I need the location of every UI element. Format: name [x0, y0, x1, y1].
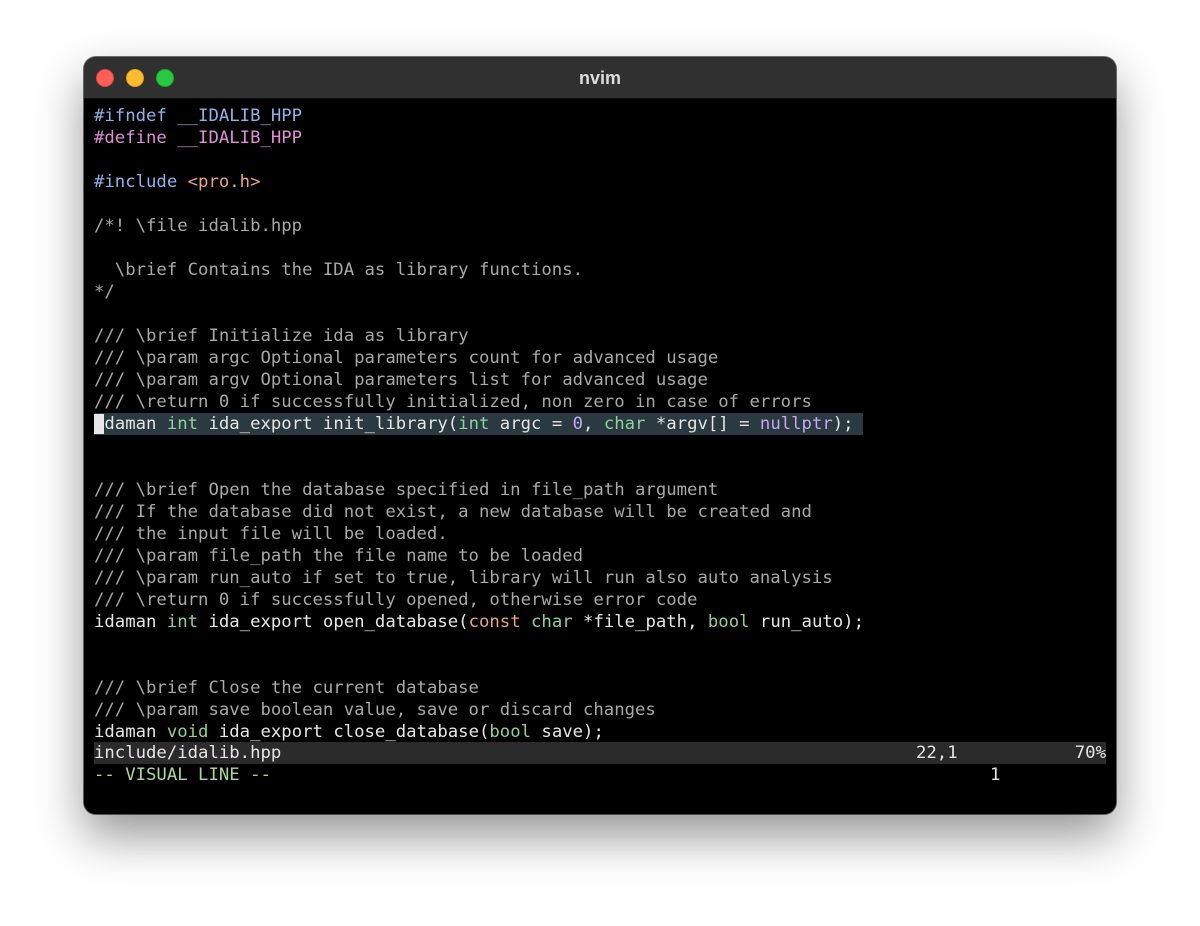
code-token: /// \return 0 if successfully opened, ot… — [94, 590, 698, 610]
code-token: 0 — [572, 414, 584, 434]
code-line[interactable]: idaman void ida_export close_database(bo… — [94, 721, 604, 743]
code-line[interactable]: #include <pro.h> — [94, 171, 260, 193]
code-line[interactable]: /// \param run_auto if set to true, libr… — [94, 567, 833, 589]
code-line[interactable]: /// If the database did not exist, a new… — [94, 501, 812, 523]
code-token: /// \brief Initialize ida as library — [94, 326, 469, 346]
code-token: /// \brief Open the database specified i… — [94, 480, 719, 500]
code-token: /// \param argc Optional parameters coun… — [94, 348, 719, 368]
code-token: #ifndef __IDALIB_HPP — [94, 106, 303, 126]
terminal-window: nvim #ifndef __IDALIB_HPP #define __IDALI… — [84, 57, 1116, 814]
code-line[interactable]: /// the input file will be loaded. — [94, 523, 448, 545]
code-line[interactable]: /// \param argv Optional parameters list… — [94, 369, 708, 391]
code-token: char — [603, 414, 646, 434]
code-token: /// \param argv Optional parameters list… — [94, 370, 708, 390]
code-line[interactable]: #define __IDALIB_HPP — [94, 127, 302, 149]
code-line[interactable]: /// \brief Open the database specified i… — [94, 479, 718, 501]
showcmd-count: 1 — [990, 765, 1001, 785]
code-token: ida_export init_library( — [198, 414, 459, 434]
code-token: <pro.h> — [187, 172, 261, 192]
code-token: nullptr — [759, 414, 833, 434]
code-token: void — [166, 722, 209, 742]
code-line[interactable]: /// \return 0 if successfully opened, ot… — [94, 589, 697, 611]
code-token: /// the input file will be loaded. — [94, 524, 448, 544]
code-line[interactable]: /// \return 0 if successfully initialize… — [94, 391, 812, 413]
code-token: save); — [531, 722, 604, 742]
title-bar: nvim — [84, 57, 1116, 99]
code-token: idaman — [94, 722, 167, 742]
code-token: \brief Contains the IDA as library funct… — [94, 260, 583, 280]
code-token: /*! \file idalib.hpp — [94, 216, 303, 236]
code-line[interactable]: /// \brief Close the current database — [94, 677, 479, 699]
code-line[interactable]: /// \param save boolean value, save or d… — [94, 699, 656, 721]
code-token: /// \return 0 if successfully initialize… — [94, 392, 812, 412]
code-token: *file_path, — [572, 612, 708, 632]
code-line[interactable]: /*! \file idalib.hpp — [94, 215, 302, 237]
code-token: ); — [832, 414, 854, 434]
code-token: #include — [94, 172, 188, 192]
status-line: include/idalib.hpp 22,1 70% — [94, 742, 1106, 764]
code-token: */ — [94, 282, 115, 302]
code-token: bool — [489, 722, 532, 742]
window-title: nvim — [578, 68, 621, 88]
code-token: ida_export open_database( — [198, 612, 469, 632]
code-token: int — [166, 612, 199, 632]
code-token: , — [583, 414, 604, 434]
code-token: idaman — [94, 612, 167, 632]
cursor-char: i — [94, 414, 105, 434]
code-token: int — [458, 414, 490, 434]
code-token: /// \param run_auto if set to true, libr… — [94, 568, 833, 588]
code-token: daman — [104, 414, 167, 434]
code-line[interactable]: /// \param file_path the file name to be… — [94, 545, 583, 567]
code-token: *argv[] = — [645, 414, 760, 434]
code-token: ida_export close_database( — [208, 722, 490, 742]
code-token: /// \param save boolean value, save or d… — [94, 700, 656, 720]
code-token: int — [166, 414, 199, 434]
code-line[interactable]: /// \param argc Optional parameters coun… — [94, 347, 718, 369]
status-scroll-percent: 70% — [1074, 743, 1106, 763]
code-line[interactable]: /// \brief Initialize ida as library — [94, 325, 469, 347]
code-token: /// \brief Close the current database — [94, 678, 479, 698]
code-line[interactable]: \brief Contains the IDA as library funct… — [94, 259, 583, 281]
code-line[interactable]: #ifndef __IDALIB_HPP — [94, 105, 302, 127]
code-token: #define __IDALIB_HPP — [94, 128, 303, 148]
code-line[interactable]: */ — [94, 281, 115, 303]
code-token: /// If the database did not exist, a new… — [94, 502, 812, 522]
code-token: bool — [707, 612, 750, 632]
code-token: /// \param file_path the file name to be… — [94, 546, 583, 566]
mode-indicator: -- VISUAL LINE -- — [94, 765, 271, 785]
code-token: const — [468, 612, 521, 632]
code-token: char — [531, 612, 573, 632]
code-line[interactable]: idaman int ida_export init_library(int a… — [94, 413, 854, 435]
code-token: argc = — [489, 414, 573, 434]
code-token: run_auto); — [749, 612, 864, 632]
editor-buffer[interactable]: #ifndef __IDALIB_HPP #define __IDALIB_HPP… — [84, 99, 1116, 814]
code-line[interactable]: idaman int ida_export open_database(cons… — [94, 611, 864, 633]
status-cursor-position: 22,1 — [916, 743, 958, 763]
status-filename: include/idalib.hpp — [94, 743, 282, 763]
